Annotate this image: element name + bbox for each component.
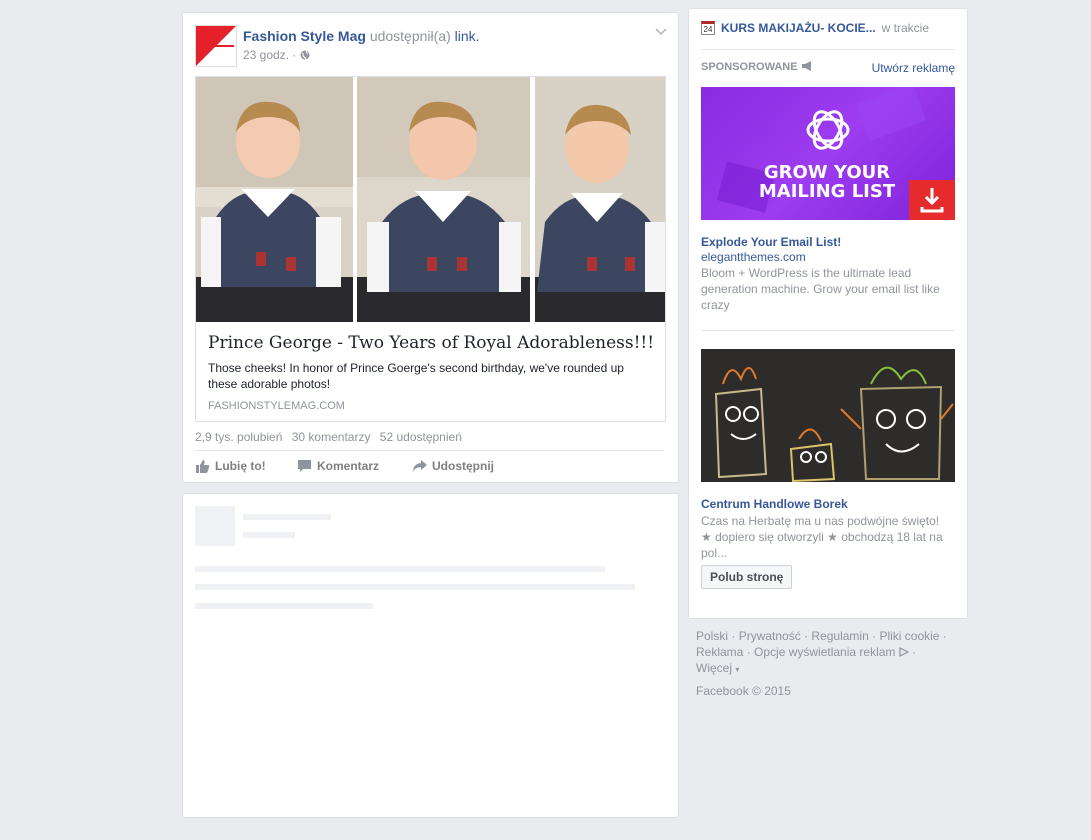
footer-more-link[interactable]: Więcej ▾ [696, 661, 739, 675]
photo-1 [196, 77, 353, 322]
footer-link-terms[interactable]: Regulamin [811, 629, 868, 643]
sponsored-label: SPONSOROWANE [701, 61, 798, 73]
share-button[interactable]: Udostępnij [412, 459, 494, 473]
ad-image-text-2: MAILING LIST [759, 181, 896, 202]
ad-choices-icon [899, 647, 910, 657]
copyright: Facebook © 2015 [696, 684, 791, 698]
chevron-down-icon[interactable] [654, 25, 668, 39]
post-header: Fashion Style Mag udostępnił(a) link. [243, 28, 480, 44]
ad-text: Bloom + WordPress is the ultimate lead g… [701, 266, 940, 312]
share-label: Udostępnij [432, 459, 494, 473]
like-page-button[interactable]: Polub stronę [701, 565, 793, 589]
loading-post-placeholder [182, 493, 679, 818]
action-text: udostępnił(a) [369, 28, 451, 44]
upcoming-event[interactable]: 24 KURS MAKIJAŻU- KOCIE... w trakcie [701, 21, 955, 35]
comment-label: Komentarz [317, 459, 380, 473]
divider [195, 450, 664, 451]
footer-link-ad-choices[interactable]: Opcje wyświetlania reklam [754, 645, 895, 659]
footer-more-label: Więcej [696, 661, 733, 675]
right-sidebar: 24 KURS MAKIJAŻU- KOCIE... w trakcie SPO… [688, 8, 968, 619]
footer-link-privacy[interactable]: Prywatność [739, 629, 801, 643]
ad-text: Czas na Herbatę ma u nas podwójne święto… [701, 514, 943, 560]
photo-collage [196, 77, 665, 322]
attachment-domain: FASHIONSTYLEMAG.COM [208, 400, 345, 412]
footer-links: Polski · Prywatność · Regulamin · Pliki … [696, 629, 947, 675]
attachment-title[interactable]: Prince George - Two Years of Royal Adora… [208, 333, 654, 353]
author-name[interactable]: Fashion Style Mag [243, 28, 366, 44]
post-timestamp: 23 godz. · [243, 48, 310, 62]
ad-image-grow-mailing-list[interactable]: GROW YOUR MAILING LIST [701, 87, 955, 220]
ad-image-text-1: GROW YOUR [764, 162, 890, 183]
skeleton-line [243, 514, 331, 520]
skeleton-line [195, 584, 635, 590]
post-stats: 2,9 tys. polubień 30 komentarzy 52 udost… [195, 430, 468, 444]
skeleton-line [243, 532, 295, 538]
likes-count[interactable]: 2,9 tys. polubień [195, 430, 282, 444]
ad-domain[interactable]: elegantthemes.com [701, 250, 806, 264]
feed-post: Fashion Style Mag udostępnił(a) link. 23… [182, 12, 679, 483]
attachment-description: Those cheeks! In honor of Prince Goerge'… [208, 361, 624, 391]
like-button[interactable]: Lubię to! [195, 459, 266, 473]
ad-title[interactable]: Centrum Handlowe Borek [701, 497, 848, 511]
footer-link-advertising[interactable]: Reklama [696, 645, 743, 659]
megaphone-icon [801, 61, 811, 71]
calendar-icon: 24 [701, 21, 715, 35]
globe-icon [300, 50, 310, 60]
post-actions: Lubię to! Komentarz Udostępnij [195, 457, 664, 477]
comment-icon [298, 460, 311, 472]
link-attachment[interactable]: Prince George - Two Years of Royal Adora… [195, 76, 666, 422]
comment-button[interactable]: Komentarz [297, 459, 379, 473]
divider [701, 330, 955, 331]
skeleton-line [195, 566, 605, 572]
caret-down-icon: ▾ [735, 665, 740, 674]
event-status: w trakcie [881, 21, 930, 35]
page-avatar[interactable] [195, 25, 237, 67]
ad-image-chalkboard[interactable] [701, 349, 955, 482]
skeleton-line [195, 603, 373, 609]
skeleton-avatar [195, 506, 235, 546]
photo-3 [535, 77, 665, 322]
footer-link-language[interactable]: Polski [696, 629, 728, 643]
photo-2 [357, 77, 530, 322]
ad-title[interactable]: Explode Your Email List! [701, 235, 841, 249]
footer: Polski · Prywatność · Regulamin · Pliki … [696, 628, 966, 699]
action-link[interactable]: link. [455, 28, 480, 44]
timestamp-text[interactable]: 23 godz. · [243, 48, 296, 62]
event-name[interactable]: KURS MAKIJAŻU- KOCIE... [721, 21, 876, 35]
comments-count[interactable]: 30 komentarzy [292, 430, 371, 444]
thumbs-up-icon [196, 460, 210, 473]
create-ad-link[interactable]: Utwórz reklamę [872, 61, 955, 75]
shares-count[interactable]: 52 udostępnień [380, 430, 462, 444]
footer-link-cookies[interactable]: Pliki cookie [879, 629, 939, 643]
like-label: Lubię to! [215, 459, 266, 473]
share-icon [413, 460, 427, 472]
divider [701, 49, 955, 50]
sponsored-header: SPONSOROWANE Utwórz reklamę [701, 61, 955, 75]
